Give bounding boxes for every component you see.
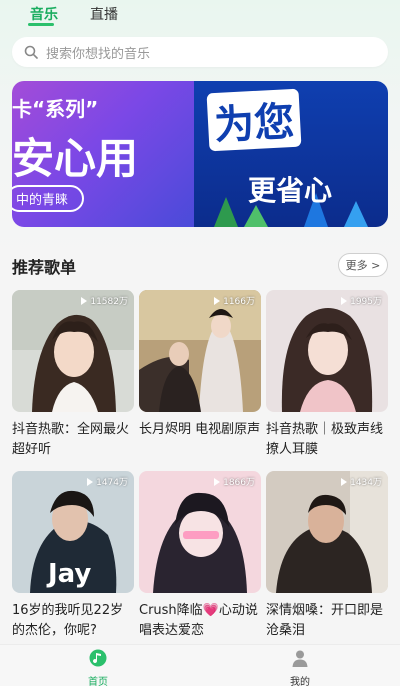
playlist-card[interactable]: 1866万 Crush降临💗心动说唱表达爱恋 [139,471,261,641]
playlist-cover: 1434万 [266,471,388,593]
play-icon [81,296,88,305]
nav-mine-label: 我的 [290,677,310,686]
playlist-cover: 1166万 [139,290,261,412]
play-icon [214,477,221,486]
playlist-title: Crush降临💗心动说唱表达爱恋 [139,603,258,638]
banner-left-pill: 中的青睐 [12,185,85,212]
nav-home[interactable]: 首页 [68,649,128,686]
play-icon [214,296,221,305]
play-icon [341,296,348,305]
playlist-card[interactable]: 1434万 深情烟嗓：开口即是沧桑泪 [266,471,388,641]
play-count-text: 1434万 [350,478,382,488]
banner-right-line2: 更省心 [248,174,333,207]
play-count-text: 1866万 [223,478,255,488]
play-count: 1474万 [87,475,128,488]
play-icon [87,477,94,486]
playlist-cover: 1866万 [139,471,261,593]
play-count: 1995万 [341,294,382,307]
cover-logo-text: Jay [48,559,92,589]
play-count: 11582万 [81,294,128,307]
tab-music[interactable]: 音乐 [30,4,58,24]
play-count-text: 1166万 [223,297,255,307]
promo-banner[interactable]: 卡“系列” 安心用 中的青睐 为您 更省心 [12,81,388,227]
play-count: 1866万 [214,475,255,488]
playlist-cover: 11582万 [12,290,134,412]
playlist-cover: Jay 1474万 [12,471,134,593]
playlist-title: 16岁的我听见22岁的杰伦，你呢? [12,603,124,638]
search-icon [24,45,38,59]
banner-decor-triangle [344,201,368,227]
play-count: 1434万 [341,475,382,488]
playlist-cover: 1995万 [266,290,388,412]
playlist-card[interactable]: Jay 1474万 16岁的我听见22岁的杰伦，你呢? [12,471,134,641]
playlist-card[interactable]: 1166万 长月烬明 电视剧原声 [139,290,261,440]
bottom-nav-bar: 首页 我的 [0,644,400,686]
top-tab-bar: 音乐 直播 [0,0,400,32]
play-count-text: 1995万 [350,297,382,307]
active-tab-indicator [28,23,54,26]
banner-left-line2: 安心用 [12,134,139,183]
play-count-text: 11582万 [90,297,128,307]
playlist-title: 深情烟嗓：开口即是沧桑泪 [266,603,384,638]
more-button[interactable]: 更多 > [338,253,388,277]
search-bar[interactable]: 搜索你想找的音乐 [12,37,388,67]
play-icon [341,477,348,486]
banner-decor-triangle [214,197,238,227]
playlist-card[interactable]: 11582万 抖音热歌：全网最火超好听 [12,290,134,460]
banner-left-panel: 卡“系列” 安心用 中的青睐 [12,81,194,227]
search-placeholder: 搜索你想找的音乐 [46,46,151,62]
playlist-card[interactable]: 1995万 抖音热歌｜极致声线撩人耳膜 [266,290,388,460]
play-count-text: 1474万 [96,478,128,488]
tab-live[interactable]: 直播 [90,4,118,24]
playlist-title: 抖音热歌｜极致声线撩人耳膜 [266,422,384,457]
section-title: 推荐歌单 [12,258,77,277]
play-count: 1166万 [214,294,255,307]
nav-home-label: 首页 [88,677,108,686]
user-icon [292,650,308,667]
playlist-title: 抖音热歌：全网最火超好听 [12,422,130,457]
banner-left-line1: 卡“系列” [12,97,99,121]
nav-mine[interactable]: 我的 [270,649,330,686]
playlist-title: 长月烬明 电视剧原声 [139,422,261,437]
banner-right-line1: 为您 [206,88,302,152]
music-home-icon [89,649,107,667]
